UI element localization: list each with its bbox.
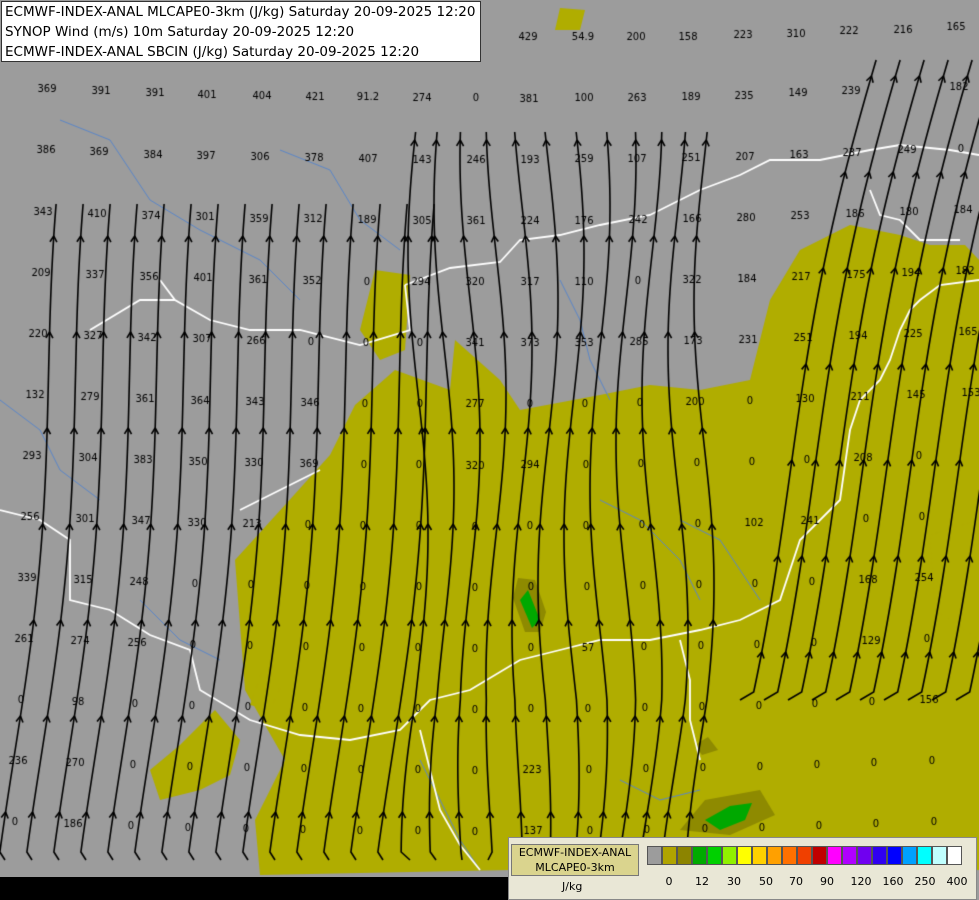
legend-swatch [677, 846, 692, 865]
legend-swatch [662, 846, 677, 865]
legend-swatch [812, 846, 827, 865]
legend-tick-label: 120 [850, 875, 872, 888]
legend-swatch [707, 846, 722, 865]
legend-ticks: 0 12 30 50 70 90 120 160 250 400 [647, 875, 977, 889]
map-header: ECMWF-INDEX-ANAL MLCAPE0-3km (J/kg) Satu… [1, 1, 481, 62]
legend-tick-label: 12 [695, 875, 709, 888]
legend-tick-label: 70 [789, 875, 803, 888]
color-legend: ECMWF-INDEX-ANAL MLCAPE0-3km J/kg 0 12 30 5… [508, 837, 977, 900]
legend-swatch [947, 846, 962, 865]
legend-swatch [722, 846, 737, 865]
legend-tick-label: 400 [946, 875, 968, 888]
legend-tick-label: 30 [727, 875, 741, 888]
legend-swatch [782, 846, 797, 865]
legend-swatch [692, 846, 707, 865]
legend-title: ECMWF-INDEX-ANAL MLCAPE0-3km [511, 844, 639, 876]
legend-swatches [647, 846, 962, 866]
legend-tick-label: 250 [914, 875, 936, 888]
legend-swatch [917, 846, 932, 865]
bottom-bar [0, 877, 508, 900]
legend-swatch [902, 846, 917, 865]
legend-swatch [797, 846, 812, 865]
legend-swatch [827, 846, 842, 865]
legend-swatch [752, 846, 767, 865]
legend-swatch [767, 846, 782, 865]
legend-tick-label: 0 [665, 875, 673, 888]
mlcape-map[interactable] [0, 0, 979, 900]
legend-swatch [872, 846, 887, 865]
legend-tick-label: 160 [882, 875, 904, 888]
sbcin-title: ECMWF-INDEX-ANAL SBCIN (J/kg) Saturday 2… [5, 44, 420, 60]
legend-swatch [887, 846, 902, 865]
legend-tick-label: 50 [759, 875, 773, 888]
mlcape-title: ECMWF-INDEX-ANAL MLCAPE0-3km (J/kg) Satu… [5, 4, 476, 20]
legend-title-line1: ECMWF-INDEX-ANAL [518, 846, 632, 859]
legend-swatch [737, 846, 752, 865]
wind-title: SYNOP Wind (m/s) 10m Saturday 20-09-2025… [5, 24, 355, 40]
legend-swatch [932, 846, 947, 865]
legend-swatch [857, 846, 872, 865]
legend-tick-label: 90 [820, 875, 834, 888]
legend-swatch [647, 846, 662, 865]
legend-swatch [842, 846, 857, 865]
legend-title-line2: MLCAPE0-3km [535, 861, 615, 874]
legend-unit: J/kg [562, 880, 583, 893]
